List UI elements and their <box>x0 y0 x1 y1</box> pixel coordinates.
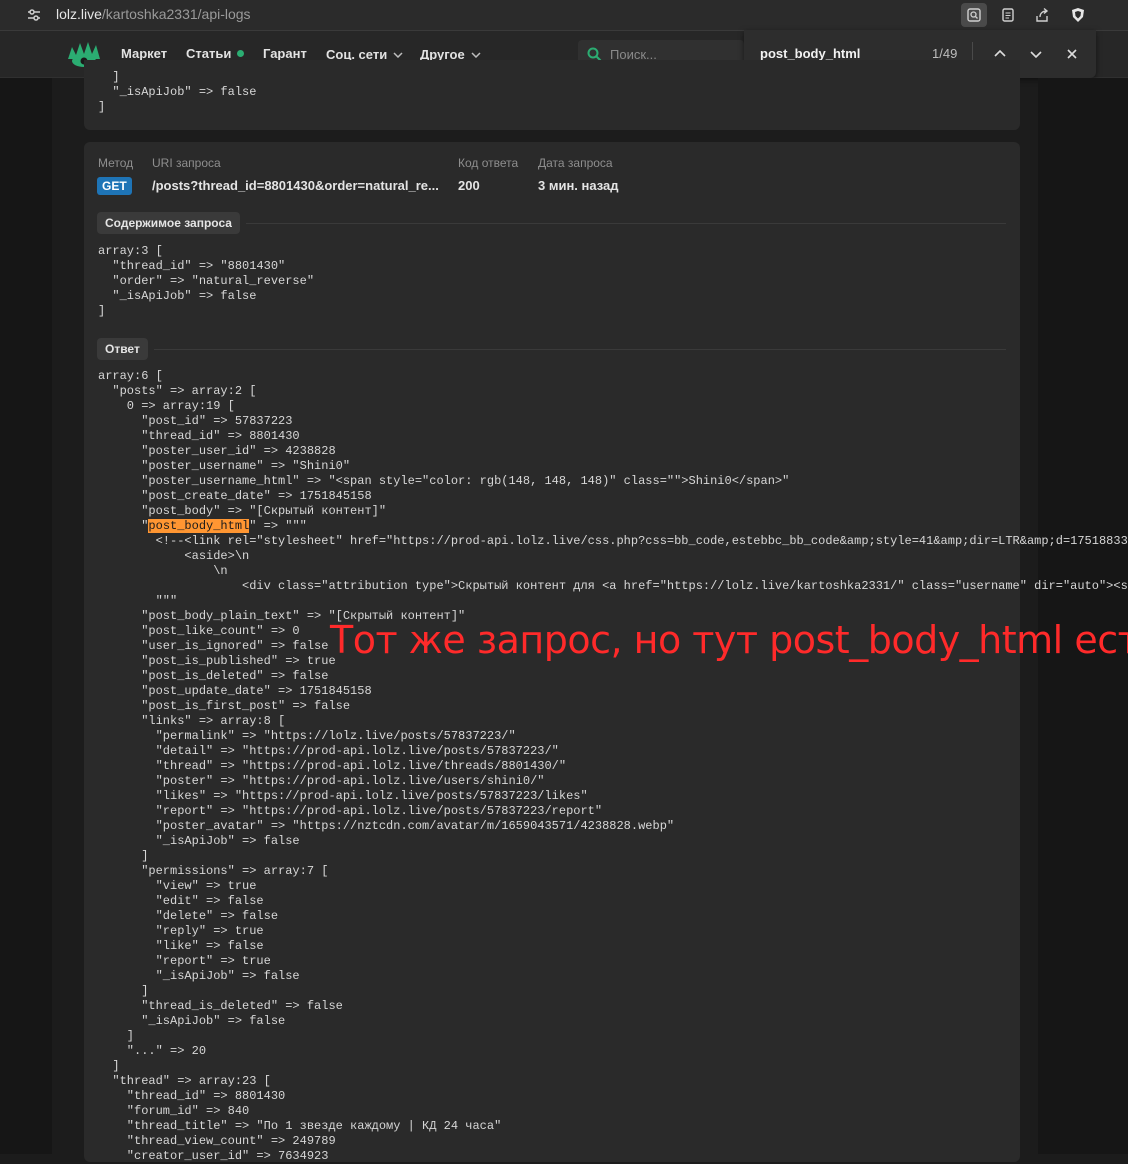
request-date-label: Дата запроса <box>538 156 613 170</box>
method-label: Метод <box>98 156 134 170</box>
site-settings-icon[interactable] <box>26 7 42 23</box>
url-path: /kartoshka2331/api-logs <box>101 6 251 22</box>
chevron-down-icon <box>471 46 481 61</box>
url-host: lolz.live <box>56 6 102 22</box>
nav-articles-label: Статьи <box>186 46 232 61</box>
find-icon <box>967 8 981 22</box>
close-icon <box>1067 49 1077 59</box>
page-gutter-left <box>0 78 52 1154</box>
brave-shields-button[interactable] <box>1065 3 1091 27</box>
share-icon <box>1036 7 1049 22</box>
response-body-part: array:6 [ "posts" => array:2 [ 0 => arra… <box>98 369 790 533</box>
chevron-down-icon <box>393 46 403 61</box>
share-button[interactable] <box>1029 3 1055 27</box>
reader-icon <box>1002 8 1014 22</box>
request-uri: /posts?thread_id=8801430&order=natural_r… <box>152 178 439 193</box>
chevron-down-icon <box>1030 51 1042 59</box>
find-match-count: 1/49 <box>932 46 958 61</box>
method-badge: GET <box>97 177 132 195</box>
nav-guarantor[interactable]: Гарант <box>263 46 307 61</box>
red-annotation-text: Тот же запрос, но тут post_body_html ест… <box>330 618 1128 662</box>
address-bar[interactable]: lolz.live/kartoshka2331/api-logs <box>56 6 251 22</box>
status-code-label: Код ответа <box>458 156 519 170</box>
status-code: 200 <box>458 178 480 193</box>
section-divider <box>154 349 1006 350</box>
response-section-button[interactable]: Ответ <box>97 338 148 360</box>
find-next-button[interactable] <box>1026 44 1046 64</box>
request-date: 3 мин. назад <box>538 178 619 193</box>
find-close-button[interactable] <box>1062 44 1082 64</box>
nav-market[interactable]: Маркет <box>121 46 167 61</box>
new-content-dot <box>237 50 245 57</box>
response-body-part: " => """ <!--<link rel="stylesheet" href… <box>112 519 1128 1163</box>
response-body: array:6 [ "posts" => array:2 [ 0 => arra… <box>98 369 1128 1164</box>
request-body-section-button[interactable]: Содержимое запроса <box>97 212 240 234</box>
nav-guarantor-label: Гарант <box>263 46 307 61</box>
nav-articles[interactable]: Статьи <box>186 46 245 61</box>
find-match-highlight: post_body_html <box>148 519 250 533</box>
previous-response-tail: ] "_isApiJob" => false ] <box>98 70 257 114</box>
find-in-page-button[interactable] <box>961 3 987 27</box>
section-divider <box>246 223 1006 224</box>
chevron-up-icon <box>994 49 1006 57</box>
reader-mode-button[interactable] <box>995 3 1021 27</box>
browser-toolbar: lolz.live/kartoshka2331/api-logs <box>0 0 1128 31</box>
nav-market-label: Маркет <box>121 46 168 61</box>
shield-icon <box>1072 8 1084 22</box>
uri-label: URI запроса <box>152 156 221 170</box>
request-body: array:3 [ "thread_id" => "8801430" "orde… <box>98 244 315 318</box>
find-query-input[interactable]: post_body_html <box>760 46 860 61</box>
